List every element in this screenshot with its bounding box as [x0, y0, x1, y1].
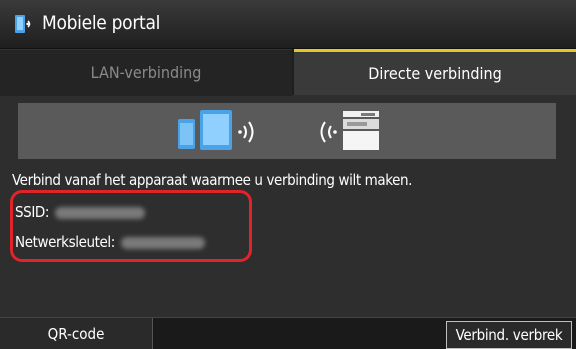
ssid-value-redacted [55, 206, 146, 219]
tab-bar: LAN-verbinding Directe verbinding [0, 49, 576, 96]
smartphone-icon [178, 119, 195, 149]
mobile-portal-screen: Mobiele portal LAN-verbinding Directe ve… [0, 0, 576, 349]
wireless-receive-icon [320, 121, 337, 143]
connection-illustration [18, 103, 556, 159]
qr-code-button[interactable]: QR-code [0, 318, 153, 349]
network-key-value-redacted [120, 236, 205, 249]
printer-icon [343, 111, 379, 150]
bottom-bar: QR-code Verbind. verbrek [0, 317, 576, 349]
mobile-portal-icon [15, 15, 31, 33]
page-title: Mobiele portal [42, 12, 161, 34]
title-bar: Mobiele portal [0, 0, 576, 49]
ssid-label: SSID: [15, 203, 50, 221]
tab-direct-connection[interactable]: Directe verbinding [294, 49, 576, 95]
network-key-label: Netwerksleutel: [15, 233, 115, 251]
connection-instruction: Verbind vanaf het apparaat waarmee u ver… [12, 171, 413, 189]
network-key-row: Netwerksleutel: [15, 233, 205, 251]
wireless-signal-icon [238, 121, 254, 143]
disconnect-button[interactable]: Verbind. verbrek [446, 321, 572, 349]
ssid-row: SSID: [15, 203, 146, 221]
tablet-icon [200, 110, 232, 150]
tab-lan-connection[interactable]: LAN-verbinding [0, 49, 292, 96]
credentials-highlight [10, 190, 252, 262]
